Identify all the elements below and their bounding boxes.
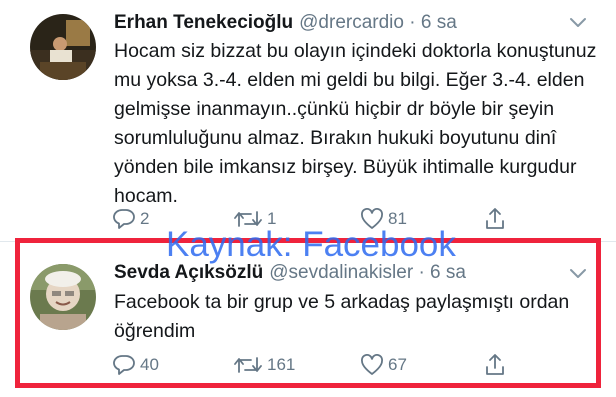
tweet-header: Erhan Tenekecioğlu @drercardio · 6 sa (114, 12, 457, 34)
author-name[interactable]: Erhan Tenekecioğlu (114, 12, 293, 33)
author-handle[interactable]: @drercardio (299, 12, 404, 33)
chevron-down-icon[interactable] (569, 16, 587, 28)
separator-dot: · (409, 12, 416, 33)
source-watermark: Kaynak: Facebook (166, 225, 456, 264)
tweet-text: Hocam siz bizzat bu olayın içindeki dokt… (114, 40, 597, 207)
tweet-time[interactable]: 6 sa (421, 12, 457, 33)
reply-button[interactable]: 2 (112, 206, 149, 232)
avatar[interactable] (30, 14, 96, 80)
share-button[interactable] (484, 206, 506, 232)
reply-icon (112, 208, 136, 230)
reply-count: 2 (140, 209, 150, 228)
share-icon (484, 207, 506, 231)
twitter-thread: Erhan Tenekecioğlu @drercardio · 6 sa Hoc… (0, 0, 616, 397)
tweet[interactable]: Erhan Tenekecioğlu @drercardio · 6 sa Hoc… (0, 0, 616, 238)
